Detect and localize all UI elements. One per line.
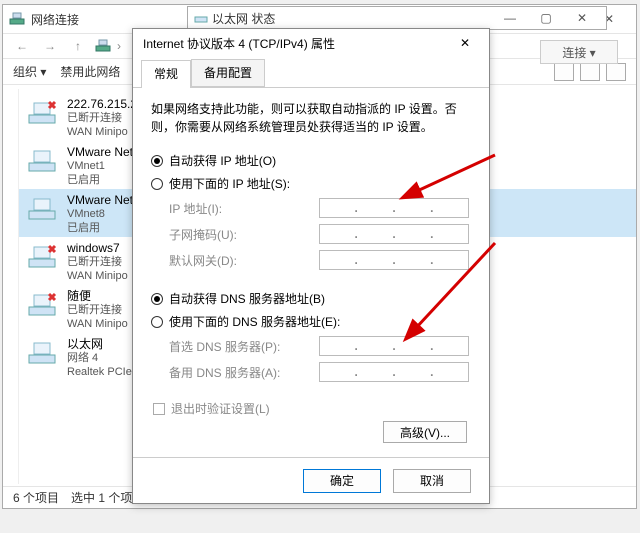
tab-alternate[interactable]: 备用配置 [191, 59, 265, 87]
ip-address-input[interactable]: ... [319, 198, 469, 218]
field-subnet-mask: 子网掩码(U): ... [169, 224, 471, 244]
field-ip-address: IP 地址(I): ... [169, 198, 471, 218]
radio-ip-manual[interactable]: 使用下面的 IP 地址(S): [151, 175, 471, 192]
sheet-title: 以太网 状态 [212, 10, 275, 27]
radio-icon [151, 293, 163, 305]
ethernet-status-window: 以太网 状态 — ▢ ✕ [187, 6, 607, 30]
adapter-icon [27, 97, 59, 129]
radio-dns-auto[interactable]: 自动获得 DNS 服务器地址(B) [151, 290, 471, 307]
sheet-minimize[interactable]: — [492, 11, 528, 25]
radio-dns-manual[interactable]: 使用下面的 DNS 服务器地址(E): [151, 313, 471, 330]
explorer-title: 网络连接 [31, 11, 79, 28]
adapter-icon [27, 337, 59, 369]
radio-icon [151, 178, 163, 190]
status-count: 6 个项目 [13, 489, 59, 506]
up-button[interactable]: ↑ [67, 35, 89, 57]
close-icon[interactable]: ✕ [451, 33, 479, 53]
sheet-maximize[interactable]: ▢ [528, 11, 564, 25]
organize-menu[interactable]: 组织 ▾ [13, 63, 46, 80]
cancel-button[interactable]: 取消 [393, 469, 471, 493]
tab-general[interactable]: 常规 [141, 60, 191, 88]
default-gateway-input[interactable]: ... [319, 250, 469, 270]
radio-icon [151, 155, 163, 167]
adapter-icon [27, 241, 59, 273]
back-button[interactable]: ← [11, 35, 33, 57]
ipv4-properties-dialog: Internet 协议版本 4 (TCP/IPv4) 属性 ✕ 常规 备用配置 … [132, 28, 490, 504]
connect-dropdown[interactable]: 连接 ▾ [540, 40, 618, 64]
preferred-dns-input[interactable]: ... [319, 336, 469, 356]
alternate-dns-input[interactable]: ... [319, 362, 469, 382]
validate-checkbox-row[interactable]: 退出时验证设置(L) [153, 400, 471, 417]
ok-button[interactable]: 确定 [303, 469, 381, 493]
advanced-button[interactable]: 高级(V)... [383, 421, 467, 443]
view-option-1[interactable] [554, 63, 574, 81]
explorer-sidebar [3, 89, 19, 484]
radio-ip-auto[interactable]: 自动获得 IP 地址(O) [151, 152, 471, 169]
dialog-tabs: 常规 备用配置 [133, 59, 489, 88]
field-dns-preferred: 首选 DNS 服务器(P): ... [169, 336, 471, 356]
checkbox-icon [153, 403, 165, 415]
folder-icon [95, 37, 111, 56]
sheet-close[interactable]: ✕ [564, 11, 600, 25]
adapter-icon [27, 289, 59, 321]
adapter-icon [27, 145, 59, 177]
view-option-3[interactable] [606, 63, 626, 81]
disable-adapter[interactable]: 禁用此网络 [60, 63, 120, 80]
forward-button[interactable]: → [39, 35, 61, 57]
dialog-instruction: 如果网络支持此功能，则可以获取自动指派的 IP 设置。否则，你需要从网络系统管理… [151, 100, 471, 136]
view-option-2[interactable] [580, 63, 600, 81]
field-dns-alternate: 备用 DNS 服务器(A): ... [169, 362, 471, 382]
dialog-title: Internet 协议版本 4 (TCP/IPv4) 属性 [143, 35, 335, 52]
breadcrumb-sep: › [117, 39, 121, 53]
field-default-gateway: 默认网关(D): ... [169, 250, 471, 270]
dialog-panel: 如果网络支持此功能，则可以获取自动指派的 IP 设置。否则，你需要从网络系统管理… [133, 88, 489, 417]
sheet-icon [194, 10, 208, 27]
network-icon [9, 10, 25, 29]
radio-icon [151, 316, 163, 328]
adapter-icon [27, 193, 59, 225]
dialog-titlebar: Internet 协议版本 4 (TCP/IPv4) 属性 ✕ [133, 29, 489, 57]
subnet-mask-input[interactable]: ... [319, 224, 469, 244]
dialog-button-bar: 确定 取消 [133, 457, 489, 503]
